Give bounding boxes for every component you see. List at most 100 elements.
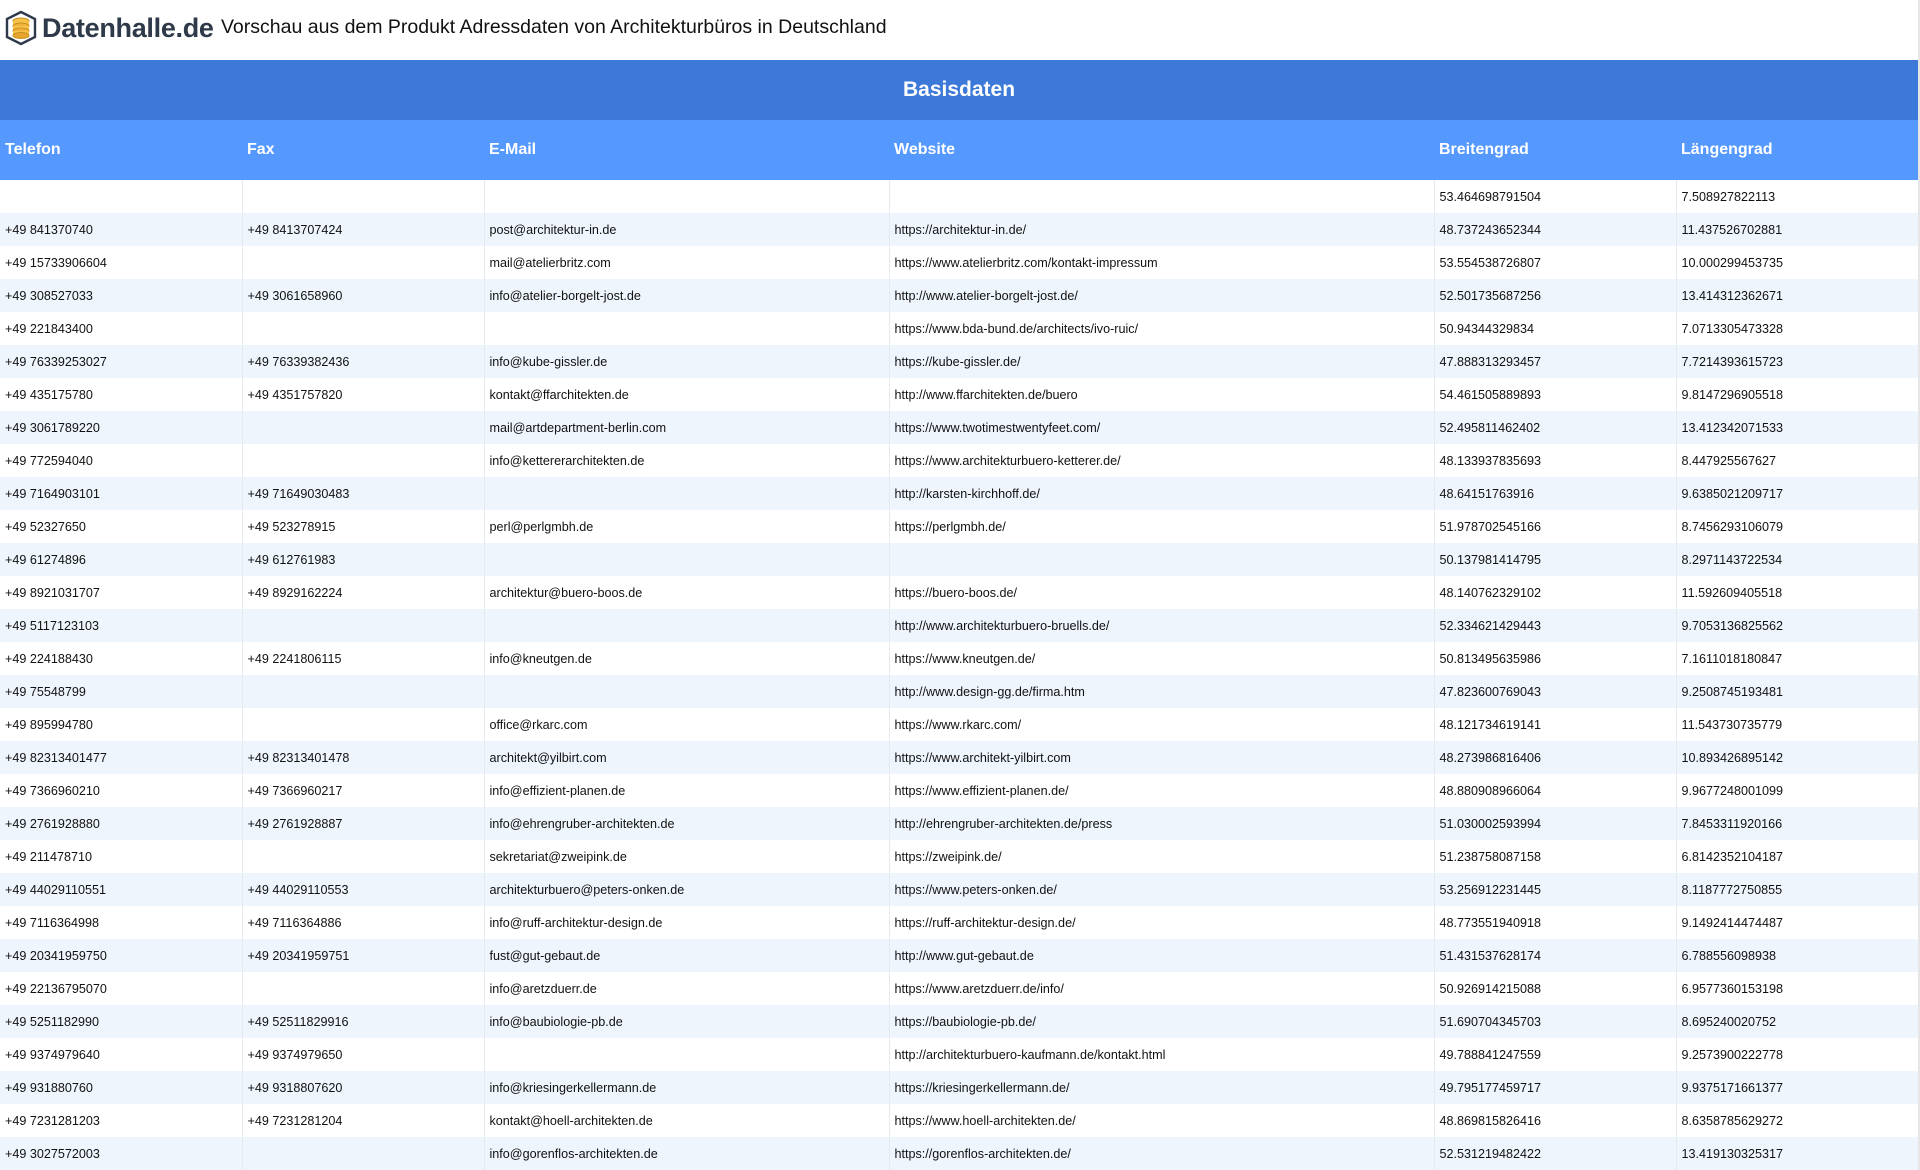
cell-email[interactable]: info@kriesingerkellermann.de (483, 1071, 889, 1104)
cell-website[interactable]: https://kriesingerkellermann.de/ (888, 1071, 1434, 1104)
cell-laengengrad: 7.1611018180847 (1675, 642, 1919, 675)
cell-website[interactable]: https://www.bda-bund.de/architects/ivo-r… (888, 312, 1434, 345)
table-row: +49 435175780 +49 4351757820 kontakt@ffarc… (0, 378, 1919, 411)
cell-laengengrad: 10.000299453735 (1675, 246, 1919, 279)
table-row: +49 20341959750 +49 20341959751 fust@gut-g… (0, 939, 1919, 972)
cell-fax: +49 7366960217 (241, 774, 484, 807)
data-table: Basisdaten Telefon Fax E-Mail Website Br… (0, 60, 1919, 1170)
cell-fax: +49 7231281204 (241, 1104, 484, 1137)
cell-telefon: +49 2761928880 (0, 807, 242, 840)
cell-website[interactable]: http://www.gut-gebaut.de (888, 939, 1434, 972)
cell-telefon: +49 7164903101 (0, 477, 242, 510)
cell-email[interactable]: info@atelier-borgelt-jost.de (483, 279, 889, 312)
column-header-email[interactable]: E-Mail (484, 120, 889, 180)
cell-email[interactable]: office@rkarc.com (483, 708, 889, 741)
cell-website[interactable]: https://perlgmbh.de/ (888, 510, 1434, 543)
cell-website[interactable]: http://www.ffarchitekten.de/buero (888, 378, 1434, 411)
cell-telefon: +49 7116364998 (0, 906, 242, 939)
cell-email[interactable] (483, 180, 889, 213)
cell-email[interactable]: info@baubiologie-pb.de (483, 1005, 889, 1038)
cell-website[interactable]: http://www.atelier-borgelt-jost.de/ (888, 279, 1434, 312)
cell-email[interactable]: post@architektur-in.de (483, 213, 889, 246)
table-row: +49 211478710 sekretariat@zweipink.de http… (0, 840, 1919, 873)
cell-website[interactable]: https://www.architekturbuero-ketterer.de… (888, 444, 1434, 477)
cell-website[interactable]: http://architekturbuero-kaufmann.de/kont… (888, 1038, 1434, 1071)
logo-text: Datenhalle.de (42, 12, 214, 43)
cell-website[interactable]: https://www.twotimestwentyfeet.com/ (888, 411, 1434, 444)
cell-website[interactable]: https://ruff-architektur-design.de/ (888, 906, 1434, 939)
cell-website[interactable]: https://baubiologie-pb.de/ (888, 1005, 1434, 1038)
cell-website[interactable] (888, 543, 1434, 576)
column-header-website[interactable]: Website (889, 120, 1434, 180)
cell-fax: +49 8929162224 (241, 576, 484, 609)
table-row: +49 3027572003 info@gorenflos-architekten… (0, 1137, 1919, 1170)
cell-website[interactable]: https://www.rkarc.com/ (888, 708, 1434, 741)
cell-email[interactable]: architektur@buero-boos.de (483, 576, 889, 609)
cell-email[interactable]: architekturbuero@peters-onken.de (483, 873, 889, 906)
column-header-laengengrad[interactable]: Längengrad (1676, 120, 1919, 180)
cell-website[interactable]: https://www.peters-onken.de/ (888, 873, 1434, 906)
cell-fax: +49 3061658960 (241, 279, 484, 312)
column-header-breitengrad[interactable]: Breitengrad (1434, 120, 1676, 180)
cell-email[interactable] (483, 543, 889, 576)
cell-laengengrad: 6.788556098938 (1675, 939, 1919, 972)
cell-website[interactable]: https://www.aretzduerr.de/info/ (888, 972, 1434, 1005)
cell-website[interactable]: https://www.hoell-architekten.de/ (888, 1104, 1434, 1137)
table-row: +49 841370740 +49 8413707424 post@architek… (0, 213, 1919, 246)
cell-telefon: +49 895994780 (0, 708, 242, 741)
cell-email[interactable]: sekretariat@zweipink.de (483, 840, 889, 873)
cell-breitengrad: 50.137981414795 (1433, 543, 1676, 576)
cell-email[interactable]: perl@perlgmbh.de (483, 510, 889, 543)
cell-website[interactable]: https://www.effizient-planen.de/ (888, 774, 1434, 807)
cell-website[interactable]: https://architektur-in.de/ (888, 213, 1434, 246)
cell-email[interactable]: info@ehrengruber-architekten.de (483, 807, 889, 840)
cell-website[interactable]: http://www.architekturbuero-bruells.de/ (888, 609, 1434, 642)
cell-website[interactable]: https://kube-gissler.de/ (888, 345, 1434, 378)
cell-email[interactable]: info@gorenflos-architekten.de (483, 1137, 889, 1170)
cell-breitengrad: 51.238758087158 (1433, 840, 1676, 873)
cell-breitengrad: 48.64151763916 (1433, 477, 1676, 510)
cell-email[interactable]: kontakt@hoell-architekten.de (483, 1104, 889, 1137)
cell-laengengrad: 9.6385021209717 (1675, 477, 1919, 510)
cell-email[interactable]: info@kneutgen.de (483, 642, 889, 675)
table-row: 53.464698791504 7.508927822113 (0, 180, 1919, 213)
cell-email[interactable]: info@aretzduerr.de (483, 972, 889, 1005)
cell-email[interactable] (483, 675, 889, 708)
cell-breitengrad: 51.431537628174 (1433, 939, 1676, 972)
cell-laengengrad: 7.0713305473328 (1675, 312, 1919, 345)
cell-email[interactable]: fust@gut-gebaut.de (483, 939, 889, 972)
cell-email[interactable]: info@kube-gissler.de (483, 345, 889, 378)
datenhalle-logo[interactable]: Datenhalle.de (4, 8, 214, 48)
cell-email[interactable]: mail@atelierbritz.com (483, 246, 889, 279)
cell-email[interactable] (483, 477, 889, 510)
cell-website[interactable]: https://buero-boos.de/ (888, 576, 1434, 609)
cell-email[interactable] (483, 609, 889, 642)
cell-website[interactable]: https://www.architekt-yilbirt.com (888, 741, 1434, 774)
cell-email[interactable]: info@effizient-planen.de (483, 774, 889, 807)
cell-website[interactable]: http://www.design-gg.de/firma.htm (888, 675, 1434, 708)
cell-email[interactable] (483, 1038, 889, 1071)
cell-website[interactable]: http://karsten-kirchhoff.de/ (888, 477, 1434, 510)
table-row: +49 895994780 office@rkarc.com https://www… (0, 708, 1919, 741)
table-row: +49 8921031707 +49 8929162224 architektur@… (0, 576, 1919, 609)
cell-email[interactable]: info@kettererarchitekten.de (483, 444, 889, 477)
cell-email[interactable]: architekt@yilbirt.com (483, 741, 889, 774)
cell-website[interactable]: https://zweipink.de/ (888, 840, 1434, 873)
cell-website[interactable] (888, 180, 1434, 213)
cell-telefon: +49 308527033 (0, 279, 242, 312)
cell-breitengrad: 53.256912231445 (1433, 873, 1676, 906)
cell-laengengrad: 8.447925567627 (1675, 444, 1919, 477)
cell-telefon: +49 772594040 (0, 444, 242, 477)
cell-website[interactable]: https://gorenflos-architekten.de/ (888, 1137, 1434, 1170)
cell-website[interactable]: https://www.atelierbritz.com/kontakt-imp… (888, 246, 1434, 279)
cell-email[interactable]: mail@artdepartment-berlin.com (483, 411, 889, 444)
cell-laengengrad: 11.437526702881 (1675, 213, 1919, 246)
column-header-telefon[interactable]: Telefon (0, 120, 242, 180)
cell-email[interactable]: info@ruff-architektur-design.de (483, 906, 889, 939)
cell-website[interactable]: https://www.kneutgen.de/ (888, 642, 1434, 675)
cell-website[interactable]: http://ehrengruber-architekten.de/press (888, 807, 1434, 840)
cell-email[interactable]: kontakt@ffarchitekten.de (483, 378, 889, 411)
cell-email[interactable] (483, 312, 889, 345)
cell-telefon: +49 5117123103 (0, 609, 242, 642)
column-header-fax[interactable]: Fax (242, 120, 484, 180)
